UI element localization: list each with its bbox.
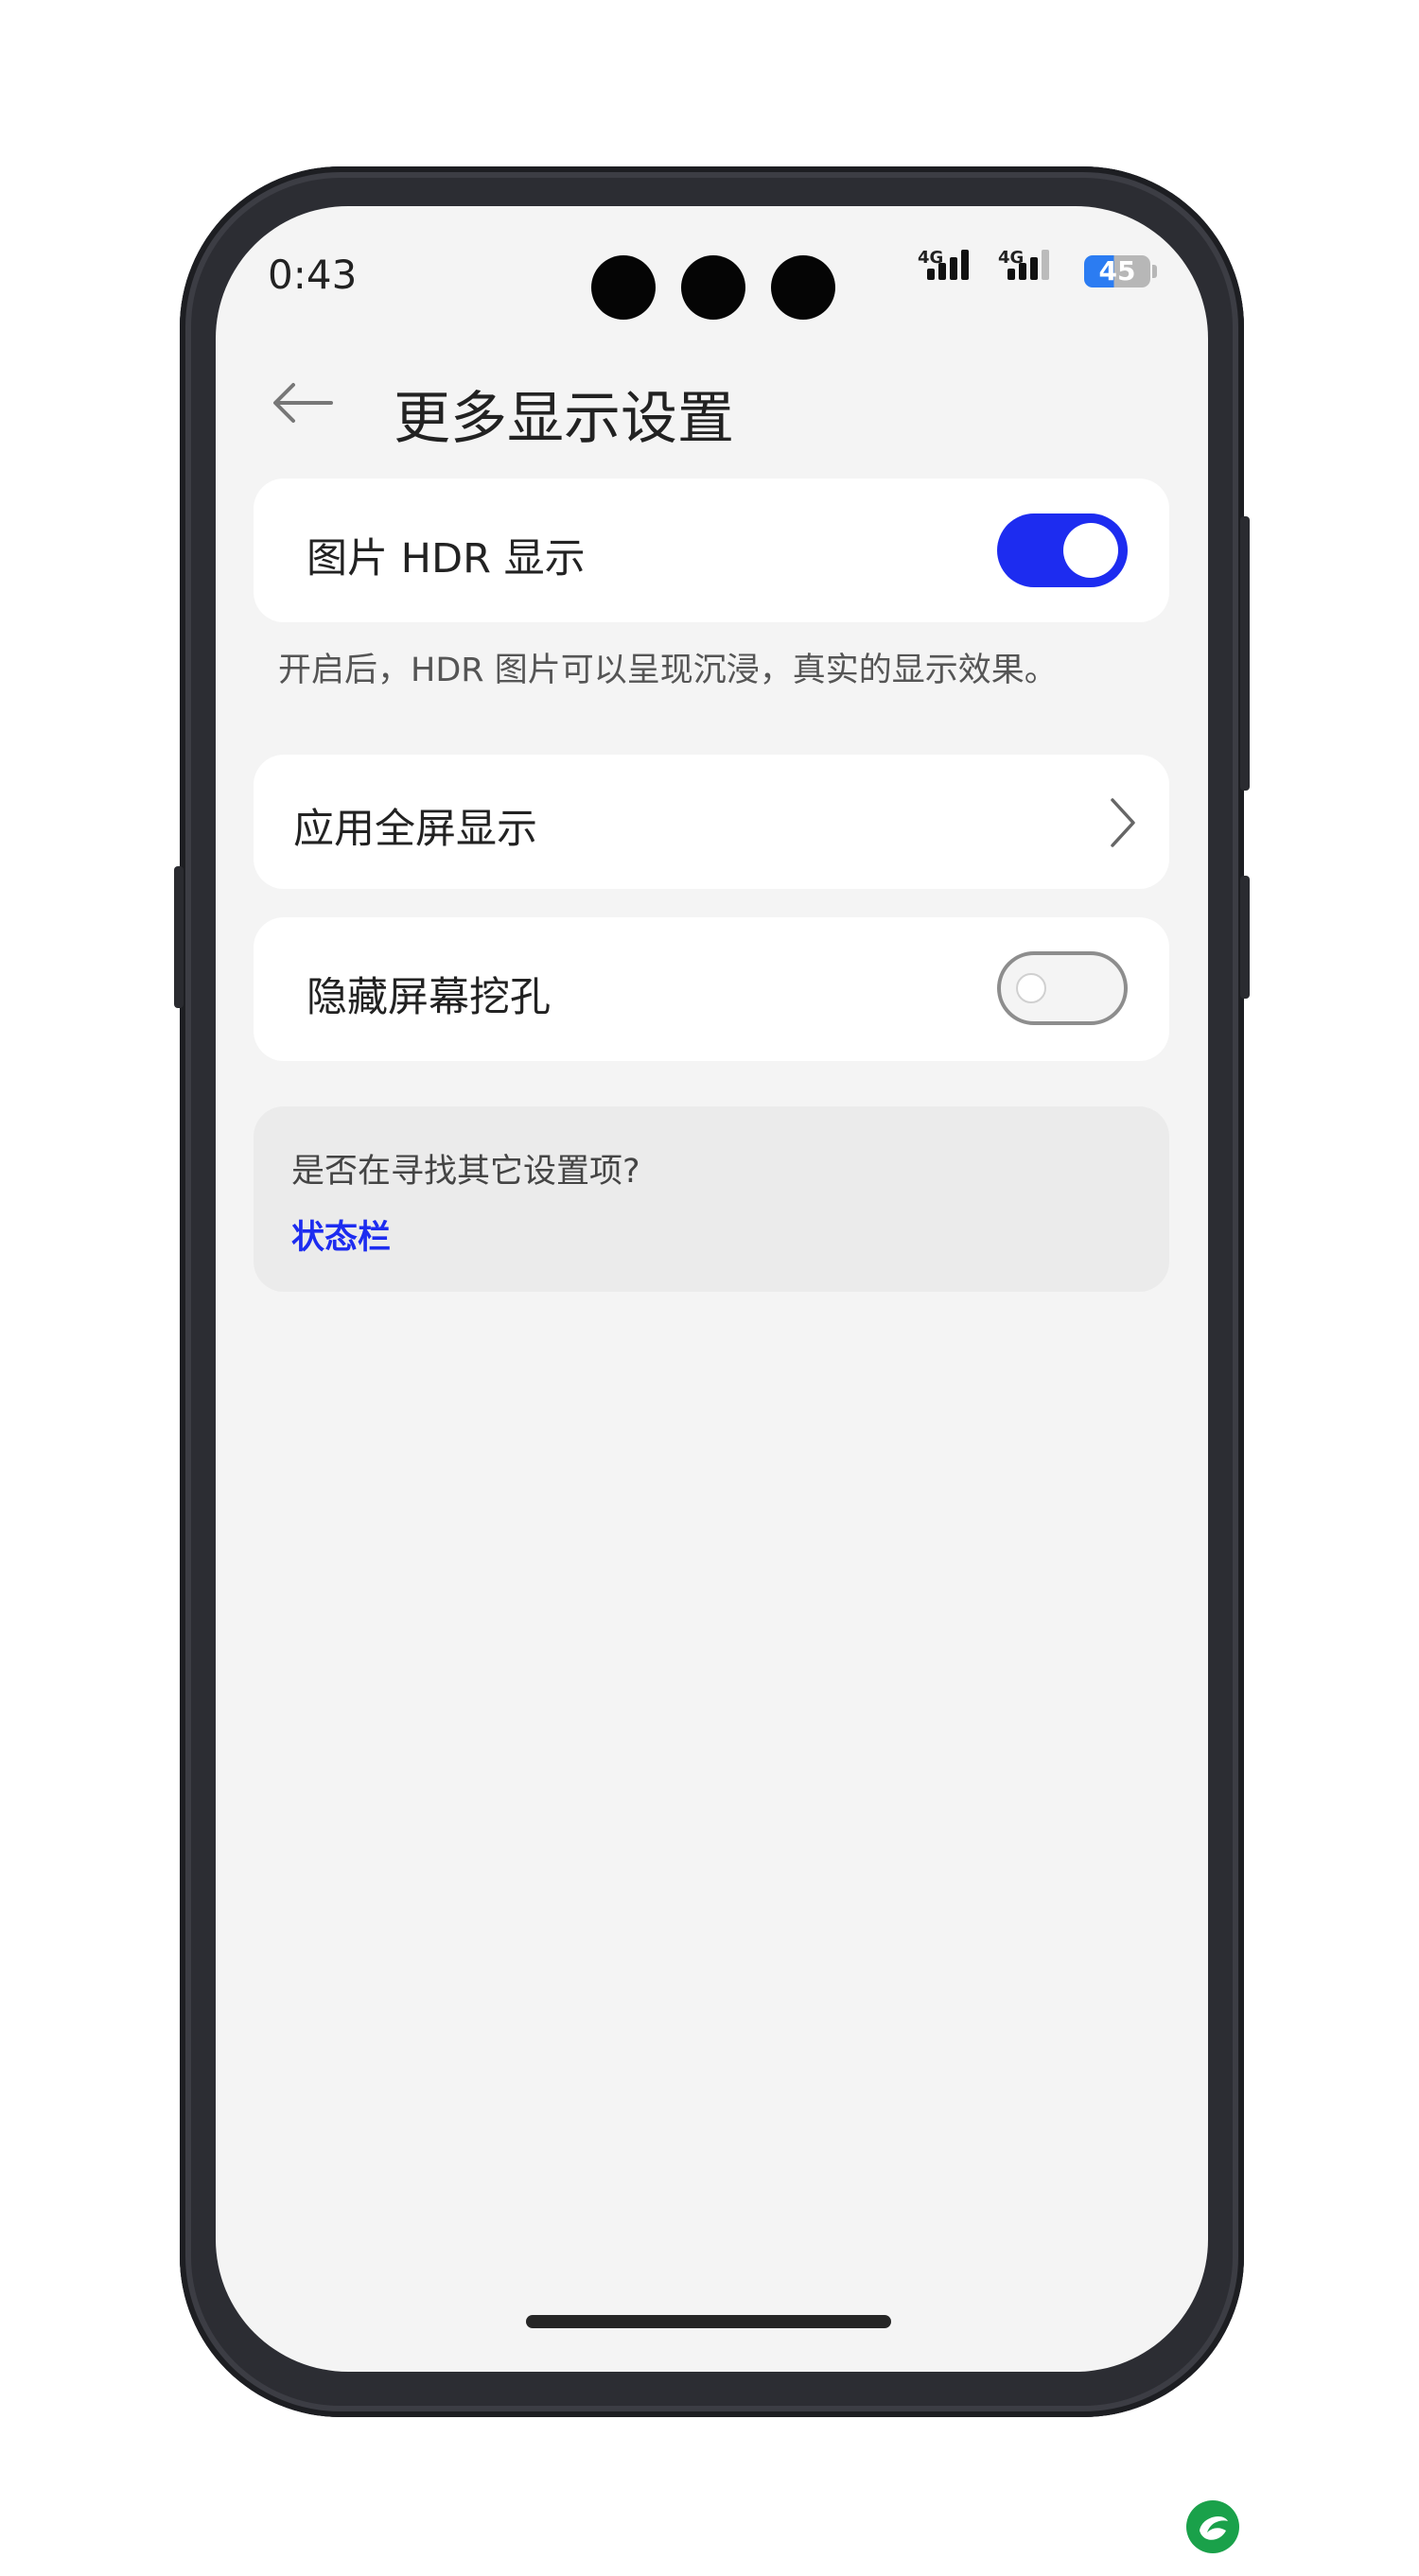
phone-screen: 0:43 4G 4G 45 更多显示设置 图片 HDR 显示 开启后，HDR 图… [216,206,1208,2372]
status-bar: 0:43 4G 4G 45 [216,206,1208,329]
hdr-description: 开启后，HDR 图片可以呈现沉浸，真实的显示效果。 [278,652,1058,689]
suggestion-card: 是否在寻找其它设置项? 状态栏 [254,1106,1169,1292]
home-indicator[interactable] [526,2315,891,2328]
hide-notch-label: 隐藏屏幕挖孔 [307,974,551,1021]
volume-button [174,866,184,1008]
camera-hole-1 [591,255,656,320]
suggestion-question: 是否在寻找其它设置项? [291,1153,640,1191]
hdr-setting-card: 图片 HDR 显示 [254,479,1169,622]
power-button [1240,516,1250,791]
back-button[interactable] [265,365,341,441]
toggle-knob [1016,973,1046,1003]
camera-hole-3 [771,255,835,320]
toggle-knob [1063,523,1118,578]
page-title: 更多显示设置 [394,386,734,452]
camera-hole-2 [681,255,745,320]
fullscreen-apps-row[interactable]: 应用全屏显示 [254,755,1169,889]
signal-2-icon: 4G [998,242,1074,289]
status-time: 0:43 [268,252,358,298]
watermark-logo-icon [1186,2500,1239,2553]
chevron-right-icon [1111,798,1135,847]
signal-1-icon: 4G [918,242,993,289]
battery-icon: 45 [1084,255,1150,287]
arrow-left-icon [273,383,333,423]
battery-tip [1152,265,1157,278]
hdr-toggle[interactable] [997,513,1128,587]
side-button [1240,876,1250,999]
hide-notch-toggle[interactable] [997,951,1128,1025]
status-bar-link[interactable]: 状态栏 [291,1210,391,1259]
phone-frame: 0:43 4G 4G 45 更多显示设置 图片 HDR 显示 开启后，HDR 图… [174,166,1250,2417]
hdr-setting-label: 图片 HDR 显示 [307,535,586,583]
fullscreen-apps-label: 应用全屏显示 [293,806,537,853]
hide-notch-card: 隐藏屏幕挖孔 [254,917,1169,1061]
